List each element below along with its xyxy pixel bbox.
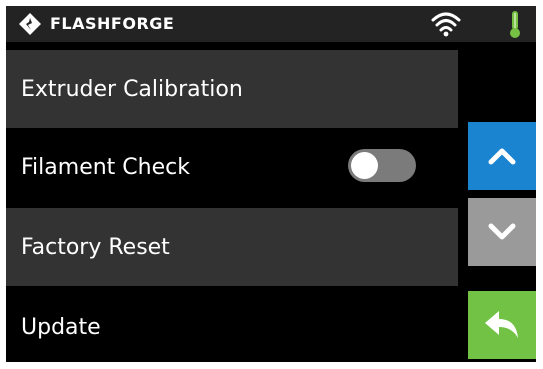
thermometer-icon [510,11,520,38]
toggle-knob [351,152,378,179]
menu-item-filament-check: Filament Check [6,128,458,206]
chevron-up-icon [488,148,516,165]
printer-screen: FLASHFORGE Extruder Calibration Filament… [6,6,536,362]
menu-item-extruder-calibration[interactable]: Extruder Calibration [6,50,458,128]
brand-name: FLASHFORGE [50,14,175,33]
back-arrow-icon [485,311,518,338]
wifi-icon [431,12,461,37]
status-bar: FLASHFORGE [6,6,536,42]
scroll-down-button[interactable] [468,198,536,266]
scroll-up-button[interactable] [468,122,536,190]
filament-check-toggle[interactable] [348,149,416,182]
menu-item-factory-reset[interactable]: Factory Reset [6,208,458,286]
chevron-down-icon [488,223,516,240]
menu-item-label: Factory Reset [21,234,170,260]
flashforge-logo-icon [19,13,41,35]
menu-item-label: Update [21,314,101,340]
back-button[interactable] [468,291,536,359]
menu-item-label: Filament Check [21,154,190,180]
menu-item-update[interactable]: Update [6,288,458,362]
menu-item-label: Extruder Calibration [21,76,243,102]
